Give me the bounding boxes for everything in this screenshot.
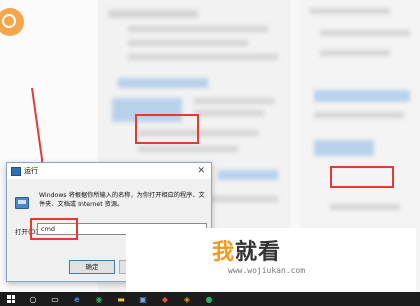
- search-icon[interactable]: ○: [22, 292, 44, 306]
- windows-start-icon[interactable]: [0, 292, 22, 306]
- watermark-url: www.wojiukan.com: [228, 266, 306, 275]
- ok-button[interactable]: 确定: [69, 260, 115, 274]
- logo-icon: [0, 8, 24, 36]
- highlight-box-background-right: [330, 166, 394, 188]
- app-icon-3[interactable]: ●: [198, 292, 220, 306]
- taskbar: ○ ▭ e ◉ ▬ ▣ ◆ ◈ ●: [0, 292, 420, 306]
- app-icon[interactable]: ◆: [154, 292, 176, 306]
- highlight-box-cmd: [30, 218, 78, 240]
- store-icon[interactable]: ▣: [132, 292, 154, 306]
- watermark-logo: 我就看: [212, 234, 281, 266]
- chrome-icon[interactable]: ◉: [88, 292, 110, 306]
- task-view-icon[interactable]: ▭: [44, 292, 66, 306]
- run-program-icon: [15, 197, 29, 209]
- highlight-box-background-middle: [135, 114, 199, 144]
- dialog-title: 运行: [24, 167, 38, 175]
- close-icon[interactable]: ✕: [197, 166, 205, 176]
- app-icon-2[interactable]: ◈: [176, 292, 198, 306]
- watermark-rest: 就看: [235, 240, 282, 265]
- watermark-first-char: 我: [212, 240, 236, 265]
- edge-browser-icon[interactable]: e: [66, 292, 88, 306]
- dialog-description: Windows 将根据你所输入的名称，为你打开相应的程序、文件夹、文档或 Int…: [39, 192, 205, 208]
- watermark: 我就看 www.wojiukan.com: [126, 228, 416, 292]
- folder-icon[interactable]: ▬: [110, 292, 132, 306]
- dialog-titlebar: 运行: [7, 163, 211, 179]
- run-window-icon: [11, 166, 21, 176]
